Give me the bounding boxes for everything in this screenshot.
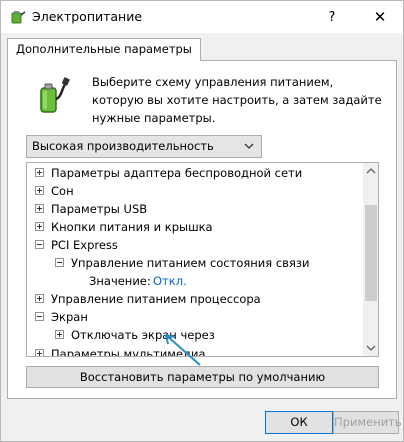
intro-text: Выберите схему управления питанием, кото… (92, 75, 382, 125)
window-title: Электропитание (32, 9, 143, 24)
restore-defaults-button[interactable]: Восстановить параметры по умолчанию (26, 366, 379, 388)
title-bar: Электропитание ? ✕ (1, 1, 403, 33)
expand-plus-icon[interactable] (55, 330, 64, 339)
power-options-icon (11, 11, 26, 24)
vertical-scrollbar[interactable] (363, 163, 379, 356)
help-button[interactable]: ? (311, 1, 353, 33)
tree-item-label: Кнопки питания и крышка (51, 220, 213, 234)
close-button[interactable]: ✕ (359, 1, 401, 33)
scroll-up-icon[interactable] (363, 163, 379, 179)
expand-plus-icon[interactable] (35, 294, 44, 303)
power-scheme-selected: Высокая производительность (32, 139, 214, 153)
tree-item-label: Экран (51, 310, 88, 324)
tree-item-label: Управление питанием процессора (51, 292, 261, 306)
collapse-minus-icon[interactable] (35, 312, 44, 321)
chevron-down-icon (244, 143, 254, 149)
ok-button[interactable]: ОК (265, 411, 333, 434)
collapse-minus-icon[interactable] (35, 240, 44, 249)
power-scheme-dropdown[interactable]: Высокая производительность (26, 135, 262, 158)
settings-tree-content: Параметры адаптера беспроводной сети Сон… (27, 163, 363, 356)
advanced-settings-panel: Выберите схему управления питанием, кото… (7, 60, 397, 399)
tree-item-label: Сон (51, 184, 74, 198)
tree-item-label: Параметры USB (51, 202, 148, 216)
expand-plus-icon[interactable] (35, 349, 44, 356)
power-options-dialog: Электропитание ? ✕ Дополнительные параме… (0, 0, 404, 442)
expand-plus-icon[interactable] (35, 204, 44, 213)
annotation-arrow-icon (165, 334, 201, 366)
scroll-down-icon[interactable] (363, 340, 379, 356)
setting-value-label: Значение: (89, 274, 151, 288)
expand-plus-icon[interactable] (35, 186, 44, 195)
settings-tree[interactable]: Параметры адаптера беспроводной сети Сон… (26, 162, 379, 357)
expand-plus-icon[interactable] (35, 168, 44, 177)
collapse-minus-icon[interactable] (55, 258, 64, 267)
tab-advanced-settings[interactable]: Дополнительные параметры (7, 38, 201, 61)
scrollbar-thumb[interactable] (365, 205, 377, 301)
expand-plus-icon[interactable] (35, 222, 44, 231)
battery-plug-icon (40, 77, 70, 113)
tree-item-label: Параметры адаптера беспроводной сети (51, 166, 303, 180)
tree-item-label: Управление питанием состояния связи (71, 256, 310, 270)
setting-value-link[interactable]: Откл. (153, 272, 187, 290)
tree-item-label: PCI Express (51, 238, 118, 252)
apply-button[interactable]: Применить (333, 411, 402, 434)
restore-defaults-label: Восстановить параметры по умолчанию (79, 370, 326, 384)
